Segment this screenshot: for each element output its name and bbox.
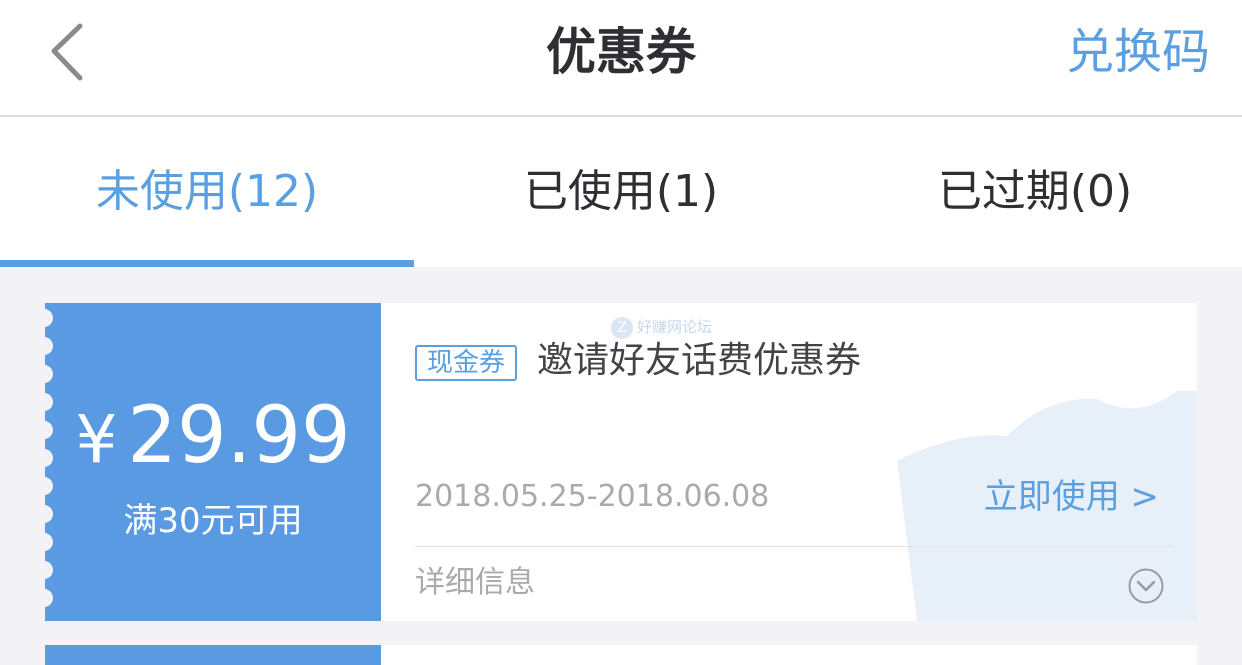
coupon-validity-dates: 2018.05.25-2018.06.08 bbox=[415, 479, 770, 514]
redeem-code-button[interactable]: 兑换码 bbox=[1066, 20, 1210, 84]
currency-symbol: ¥ bbox=[75, 401, 118, 478]
scallop-edge bbox=[45, 561, 53, 579]
chevron-down-circle-icon bbox=[1128, 568, 1164, 604]
coupon-card[interactable] bbox=[45, 645, 1197, 665]
coupon-amount: ¥29.99 bbox=[45, 391, 381, 485]
scallop-edge bbox=[45, 309, 53, 327]
watermark-text: 好赚网论坛 bbox=[637, 318, 713, 336]
coupon-name: 邀请好友话费优惠券 bbox=[537, 340, 862, 381]
tab-expired[interactable]: 已过期(0) bbox=[828, 117, 1242, 267]
page-title: 优惠券 bbox=[546, 23, 696, 81]
scallop-edge bbox=[45, 337, 53, 355]
scallop-edge bbox=[45, 589, 53, 607]
coupon-value-panel bbox=[45, 645, 381, 665]
coupon-value-panel: ¥29.99 满30元可用 bbox=[45, 303, 381, 621]
watermark: Z 好赚网论坛 bbox=[611, 316, 712, 339]
tab-used[interactable]: 已使用(1) bbox=[414, 117, 828, 267]
divider bbox=[415, 546, 1173, 547]
details-label: 详细信息 bbox=[415, 565, 535, 600]
tab-bar: 未使用(12) 已使用(1) 已过期(0) bbox=[0, 117, 1242, 267]
coupon-type-badge: 现金券 bbox=[415, 345, 518, 381]
navigation-bar: 优惠券 兑换码 bbox=[0, 0, 1242, 117]
amount-value: 29.99 bbox=[127, 391, 351, 481]
scallop-edge bbox=[45, 365, 53, 383]
coupon-card[interactable]: ¥29.99 满30元可用 Z 好赚网论坛 现金券 邀请好友话费优惠券 2018.… bbox=[45, 303, 1197, 621]
use-now-button[interactable]: 立即使用 > bbox=[984, 475, 1159, 519]
expand-details-button[interactable] bbox=[1127, 567, 1165, 605]
coupon-info-panel: Z 好赚网论坛 现金券 邀请好友话费优惠券 2018.05.25-2018.06.… bbox=[381, 303, 1197, 621]
coupon-condition: 满30元可用 bbox=[123, 501, 303, 541]
active-tab-indicator bbox=[0, 260, 414, 267]
watermark-logo-icon: Z bbox=[611, 316, 633, 339]
tab-unused[interactable]: 未使用(12) bbox=[0, 117, 414, 267]
